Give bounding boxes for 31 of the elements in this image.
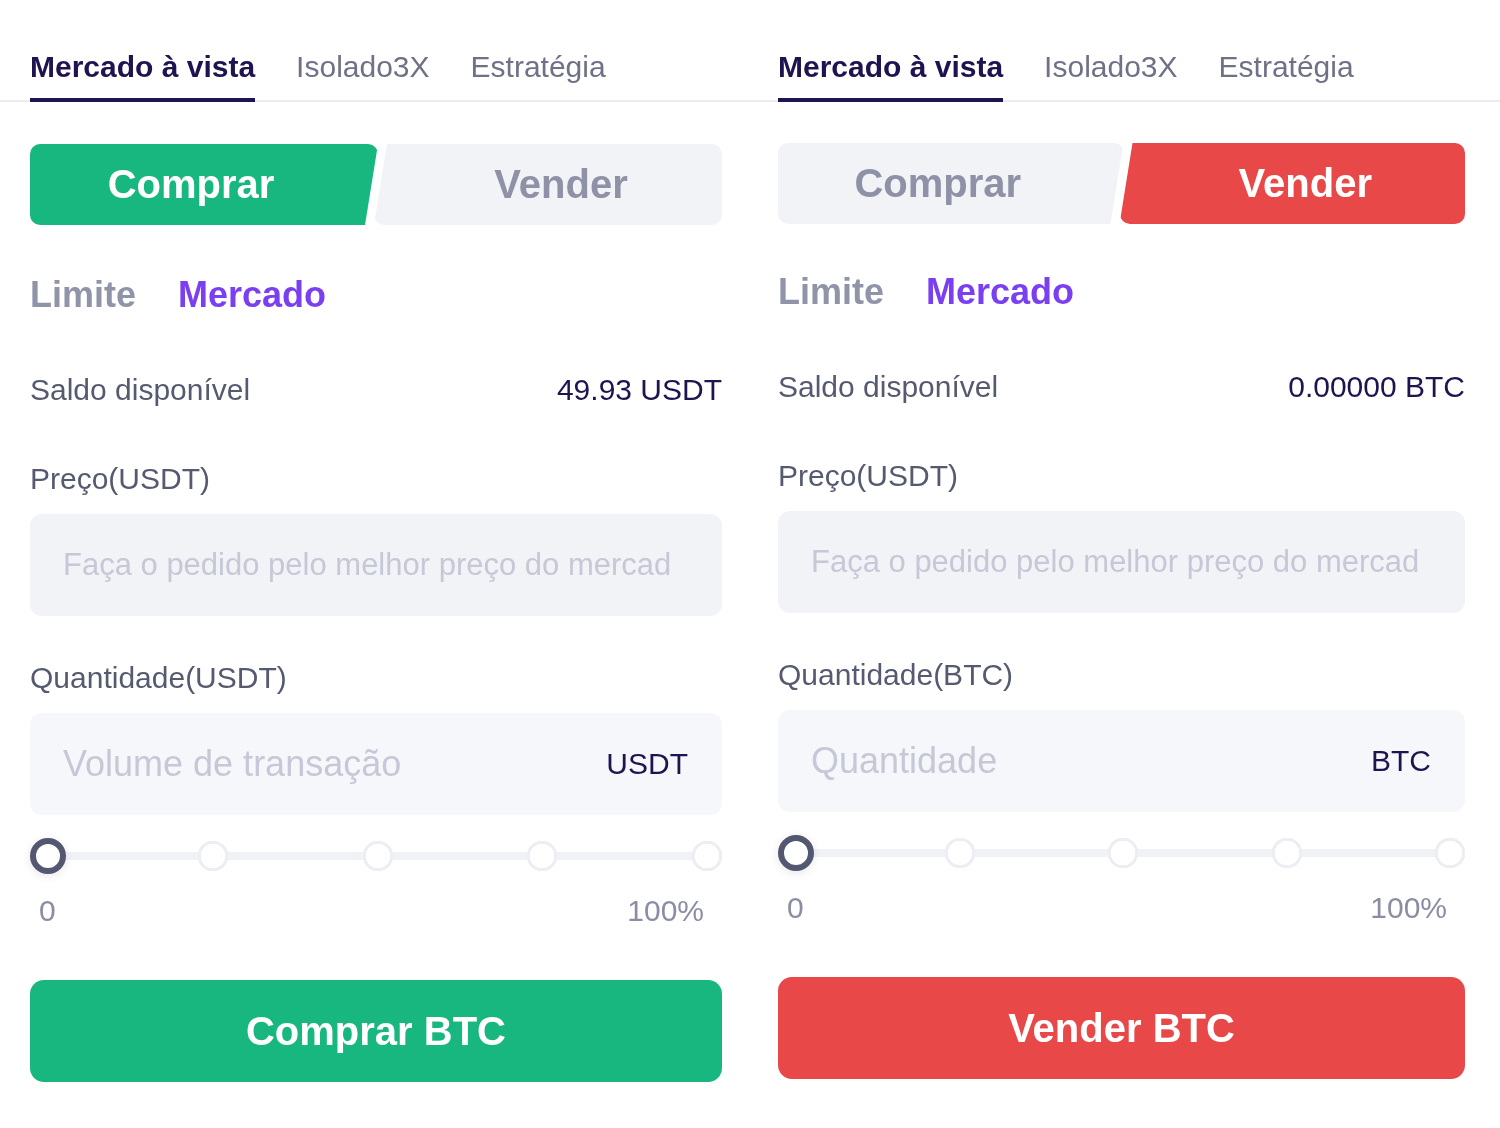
order-type-tab[interactable]: Mercado [926,270,1075,314]
slider-min-label: 0 [787,890,804,926]
field-label: Quantidade(BTC) [778,657,1015,693]
market-tab[interactable]: Mercado à vista [778,0,1004,102]
side-tab[interactable]: Comprar [30,144,378,225]
side-tab[interactable]: Vender [1119,143,1465,224]
submit-button[interactable]: Comprar BTC [30,980,722,1082]
unit-label: USDT [606,746,688,782]
slider-max-label: 100% [1370,890,1447,926]
field-label: Preço(USDT) [30,461,211,497]
slider-thumb[interactable] [778,835,814,871]
slider-max-label: 100% [627,893,704,929]
balance-label: Saldo disponível [778,369,999,405]
submit-button[interactable]: Vender BTC [778,977,1465,1079]
slider-min-label: 0 [39,893,56,929]
market-tab[interactable]: Isolado3X [296,0,430,102]
side-tab[interactable]: Comprar [778,143,1124,224]
market-tab[interactable]: Isolado3X [1044,0,1178,102]
order-type-tab[interactable]: Mercado [178,273,327,317]
balance-label: Saldo disponível [30,372,251,408]
field-label: Quantidade(USDT) [30,660,288,696]
order-type-tab[interactable]: Limite [778,270,884,314]
market-tab[interactable]: Estratégia [470,0,606,102]
market-tab[interactable]: Mercado à vista [30,0,256,102]
balance-value: 0.00000 BTC [1288,369,1465,405]
balance-value: 49.93 USDT [556,372,722,408]
market-tab[interactable]: Estratégia [1218,0,1354,102]
field-label: Preço(USDT) [778,458,959,494]
unit-label: BTC [1371,743,1431,779]
order-type-tab[interactable]: Limite [30,273,136,317]
slider-thumb[interactable] [30,838,66,874]
